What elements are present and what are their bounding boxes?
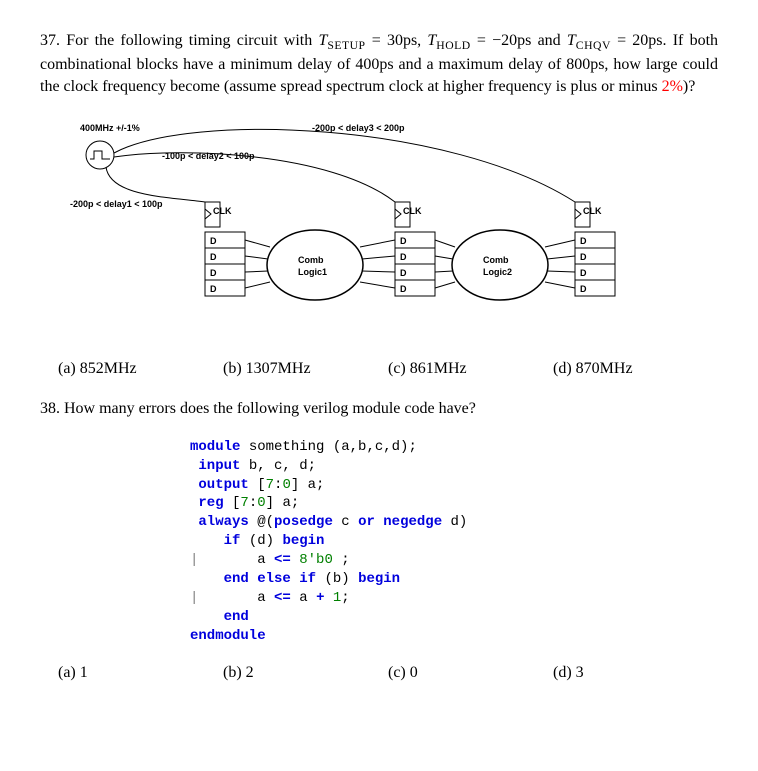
delay3-label: -200p < delay3 < 200p [312, 123, 405, 133]
question-38: 38. How many errors does the following v… [40, 398, 718, 681]
q38-options: (a) 1 (b) 2 (c) 0 (d) 3 [58, 664, 718, 682]
delay1-label: -200p < delay1 < 100p [70, 199, 163, 209]
register-1: CLK D D D D [205, 202, 245, 296]
delay1-wire [106, 167, 205, 202]
q38-option-b: (b) 2 [223, 664, 388, 682]
clk-freq-label: 400MHz +/-1% [80, 123, 140, 133]
verilog-code: module something (a,b,c,d); input b, c, … [190, 438, 718, 646]
svg-text:CLK: CLK [403, 206, 422, 216]
q37-option-c: (c) 861MHz [388, 360, 553, 378]
svg-text:CLK: CLK [213, 206, 232, 216]
svg-text:D: D [580, 268, 587, 278]
svg-text:D: D [210, 236, 217, 246]
delay3-wire [114, 130, 575, 203]
svg-text:Comb: Comb [298, 255, 324, 265]
q38-text: 38. How many errors does the following v… [40, 398, 718, 420]
svg-text:D: D [580, 236, 587, 246]
svg-text:D: D [400, 252, 407, 262]
q38-option-d: (d) 3 [553, 664, 718, 682]
svg-text:CLK: CLK [583, 206, 602, 216]
q38-option-a: (a) 1 [58, 664, 223, 682]
q38-option-c: (c) 0 [388, 664, 553, 682]
q38-number: 38. [40, 400, 60, 417]
q37-number: 37. [40, 32, 60, 49]
svg-text:D: D [210, 268, 217, 278]
svg-text:D: D [210, 252, 217, 262]
timing-diagram: 400MHz +/-1% -200p < delay3 < 200p -100p… [70, 117, 708, 342]
register-3: CLK D D D D [575, 202, 615, 296]
q37-text: 37. For the following timing circuit wit… [40, 30, 718, 97]
clock-source-icon [86, 141, 114, 169]
q37-option-d: (d) 870MHz [553, 360, 718, 378]
q37-options: (a) 852MHz (b) 1307MHz (c) 861MHz (d) 87… [58, 360, 718, 378]
question-37: 37. For the following timing circuit wit… [40, 30, 718, 378]
svg-text:D: D [580, 252, 587, 262]
svg-text:D: D [400, 268, 407, 278]
svg-text:Logic2: Logic2 [483, 267, 512, 277]
q37-option-b: (b) 1307MHz [223, 360, 388, 378]
svg-text:D: D [210, 284, 217, 294]
comb-logic-2: Comb Logic2 [452, 230, 548, 300]
svg-text:D: D [400, 236, 407, 246]
svg-text:D: D [580, 284, 587, 294]
q37-option-a: (a) 852MHz [58, 360, 223, 378]
svg-text:Logic1: Logic1 [298, 267, 327, 277]
register-2: CLK D D D D [395, 202, 435, 296]
circuit-svg: 400MHz +/-1% -200p < delay3 < 200p -100p… [70, 117, 670, 337]
clock-waveform-icon [90, 151, 110, 159]
svg-text:D: D [400, 284, 407, 294]
comb-logic-1: Comb Logic1 [267, 230, 363, 300]
svg-text:Comb: Comb [483, 255, 509, 265]
